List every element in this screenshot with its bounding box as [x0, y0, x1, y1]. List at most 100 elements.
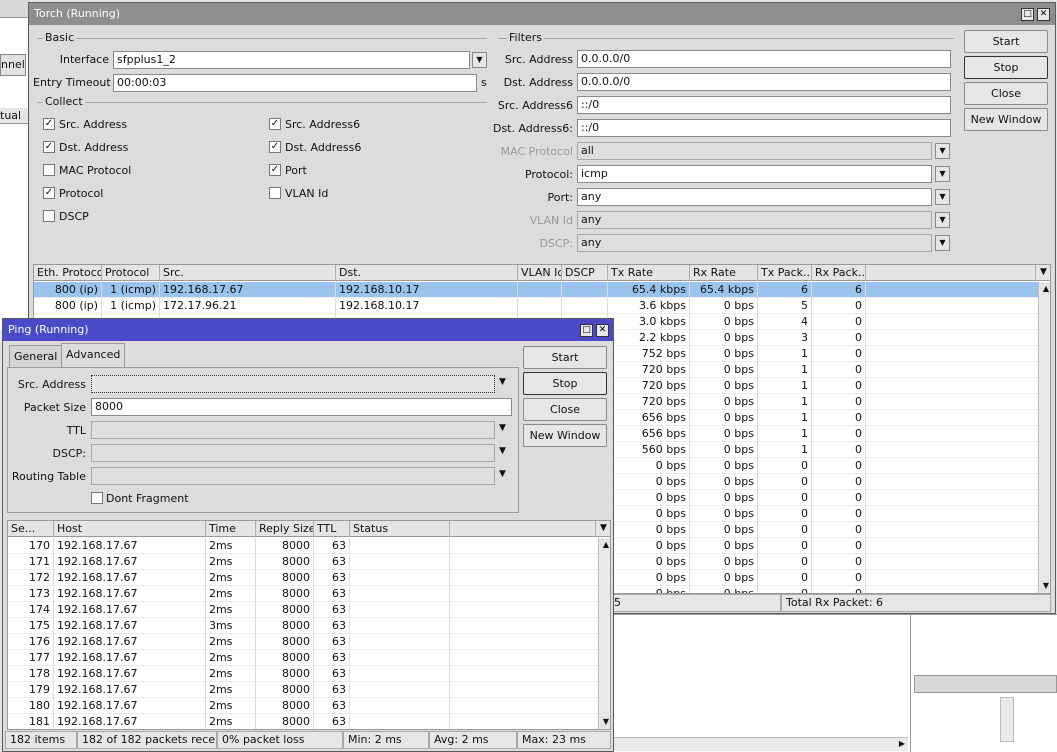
ping-table-scrollbar[interactable]: ▲ ▼	[598, 538, 610, 729]
scroll-up-icon[interactable]: ▲	[600, 539, 610, 551]
table-row[interactable]: 178 192.168.17.67 2ms 8000 63	[8, 666, 598, 682]
table-row[interactable]: 171 192.168.17.67 2ms 8000 63	[8, 554, 598, 570]
table-row[interactable]: 180 192.168.17.67 2ms 8000 63	[8, 698, 598, 714]
src-address-field[interactable]: 0.0.0.0/0	[577, 50, 951, 68]
close-icon[interactable]: ✕	[596, 324, 609, 337]
collect-checkbox-5[interactable]: ✓	[269, 118, 281, 130]
port-label: Port:	[547, 191, 573, 204]
collect-checkbox-2[interactable]	[43, 164, 55, 176]
ttl-dropdown-icon[interactable]: ▼	[499, 423, 506, 433]
ping-column-header-5[interactable]: Status	[350, 521, 450, 537]
table-row[interactable]: 175 192.168.17.67 3ms 8000 63	[8, 618, 598, 634]
torch-column-header-9[interactable]: Rx Pack...	[812, 265, 866, 281]
torch-column-header-1[interactable]: Protocol	[102, 265, 160, 281]
packet-size-field[interactable]: 8000	[91, 398, 512, 416]
scroll-up-icon[interactable]: ▲	[1040, 283, 1050, 295]
torch-column-header-7[interactable]: Rx Rate	[690, 265, 758, 281]
ping-column-header-1[interactable]: Host	[54, 521, 206, 537]
table-cell: 0	[758, 554, 812, 570]
torch-stop-button[interactable]: Stop	[964, 56, 1048, 79]
collect-checkbox-1[interactable]: ✓	[43, 141, 55, 153]
torch-titlebar[interactable]: Torch (Running)	[29, 3, 1055, 25]
table-row[interactable]: 177 192.168.17.67 2ms 8000 63	[8, 650, 598, 666]
table-cell: 8000	[256, 682, 314, 698]
table-row[interactable]: 176 192.168.17.67 2ms 8000 63	[8, 634, 598, 650]
torch-column-header-5[interactable]: DSCP	[562, 265, 608, 281]
table-cell: 0 bps	[608, 554, 690, 570]
ping-column-header-4[interactable]: TTL	[314, 521, 350, 537]
table-row[interactable]: 173 192.168.17.67 2ms 8000 63	[8, 586, 598, 602]
maximize-icon[interactable]: □	[580, 324, 593, 337]
table-cell: 6	[758, 282, 812, 298]
torch-table-scrollbar[interactable]: ▲ ▼	[1038, 282, 1050, 593]
port-field[interactable]: any	[577, 188, 932, 206]
table-row[interactable]: 172 192.168.17.67 2ms 8000 63	[8, 570, 598, 586]
routing-table-field[interactable]	[91, 467, 495, 485]
table-row[interactable]: 181 192.168.17.67 2ms 8000 63	[8, 714, 598, 729]
torch-table-menu-icon[interactable]: ▼	[1036, 265, 1050, 281]
ping-new-window-button[interactable]: New Window	[523, 424, 607, 447]
torch-new-window-button[interactable]: New Window	[964, 108, 1048, 131]
background-button-fragment[interactable]: nnel	[0, 54, 26, 76]
ping-table-menu-icon[interactable]: ▼	[596, 521, 610, 537]
table-cell: 63	[314, 570, 350, 586]
torch-column-header-4[interactable]: VLAN Id	[518, 265, 562, 281]
torch-column-header-3[interactable]: Dst.	[336, 265, 518, 281]
tab-general[interactable]: General	[9, 345, 63, 367]
table-cell: 63	[314, 554, 350, 570]
ping-titlebar[interactable]: Ping (Running)	[3, 319, 613, 341]
table-cell: 720 bps	[608, 394, 690, 410]
ping-status-max: Max: 23 ms	[517, 731, 611, 749]
ping-column-header-2[interactable]: Time	[206, 521, 256, 537]
table-row[interactable]: 179 192.168.17.67 2ms 8000 63	[8, 682, 598, 698]
port-dropdown-icon[interactable]: ▼	[935, 189, 950, 205]
routing-table-dropdown-icon[interactable]: ▼	[499, 469, 506, 479]
collect-label-7: Port	[285, 164, 307, 177]
collect-checkbox-0[interactable]: ✓	[43, 118, 55, 130]
table-cell: 0 bps	[690, 378, 758, 394]
table-row[interactable]: 800 (ip) 1 (icmp) 192.168.17.67 192.168.10.…	[34, 282, 1038, 298]
collect-checkbox-3[interactable]: ✓	[43, 187, 55, 199]
torch-column-header-8[interactable]: Tx Pack...	[758, 265, 812, 281]
ping-start-button[interactable]: Start	[523, 346, 607, 369]
torch-column-header-0[interactable]: Eth. Protocol	[34, 265, 102, 281]
ping-stop-button[interactable]: Stop	[523, 372, 607, 395]
ttl-field[interactable]	[91, 421, 495, 439]
src-address6-field[interactable]: ::/0	[577, 96, 951, 114]
scroll-down-icon[interactable]: ▼	[1040, 580, 1050, 592]
table-cell: 0 bps	[690, 490, 758, 506]
table-cell: 192.168.17.67	[54, 650, 206, 666]
table-cell: 179	[8, 682, 54, 698]
ping-dscp-dropdown-icon[interactable]: ▼	[499, 446, 506, 456]
dont-fragment-checkbox[interactable]	[91, 492, 103, 504]
collect-checkbox-7[interactable]: ✓	[269, 164, 281, 176]
ping-column-header-0[interactable]: Se...	[8, 521, 54, 537]
ping-src-address-dropdown-icon[interactable]: ▼	[499, 377, 506, 387]
table-cell: 0	[812, 442, 866, 458]
protocol-field[interactable]: icmp	[577, 165, 932, 183]
ping-dscp-label: DSCP:	[52, 447, 86, 460]
maximize-icon[interactable]: □	[1021, 8, 1034, 21]
ping-close-button[interactable]: Close	[523, 398, 607, 421]
ping-column-header-3[interactable]: Reply Size	[256, 521, 314, 537]
torch-column-header-6[interactable]: Tx Rate	[608, 265, 690, 281]
table-row[interactable]: 170 192.168.17.67 2ms 8000 63	[8, 538, 598, 554]
dst-address-field[interactable]: 0.0.0.0/0	[577, 73, 951, 91]
torch-close-button[interactable]: Close	[964, 82, 1048, 105]
ping-src-address-field[interactable]	[91, 375, 495, 393]
protocol-dropdown-icon[interactable]: ▼	[935, 166, 950, 182]
torch-start-button[interactable]: Start	[964, 30, 1048, 53]
interface-field[interactable]: sfpplus1_2	[113, 51, 470, 69]
entry-timeout-field[interactable]: 00:00:03	[113, 74, 477, 92]
ping-dscp-field[interactable]	[91, 444, 495, 462]
tab-advanced[interactable]: Advanced	[61, 343, 126, 367]
collect-checkbox-4[interactable]	[43, 210, 55, 222]
collect-checkbox-6[interactable]: ✓	[269, 141, 281, 153]
scroll-down-icon[interactable]: ▼	[600, 716, 610, 728]
close-icon[interactable]: ✕	[1037, 8, 1050, 21]
torch-column-header-2[interactable]: Src.	[160, 265, 336, 281]
dst-address6-field[interactable]: ::/0	[577, 119, 951, 137]
collect-checkbox-8[interactable]	[269, 187, 281, 199]
table-row[interactable]: 800 (ip) 1 (icmp) 172.17.96.21 192.168.10.1…	[34, 298, 1038, 314]
table-row[interactable]: 174 192.168.17.67 2ms 8000 63	[8, 602, 598, 618]
